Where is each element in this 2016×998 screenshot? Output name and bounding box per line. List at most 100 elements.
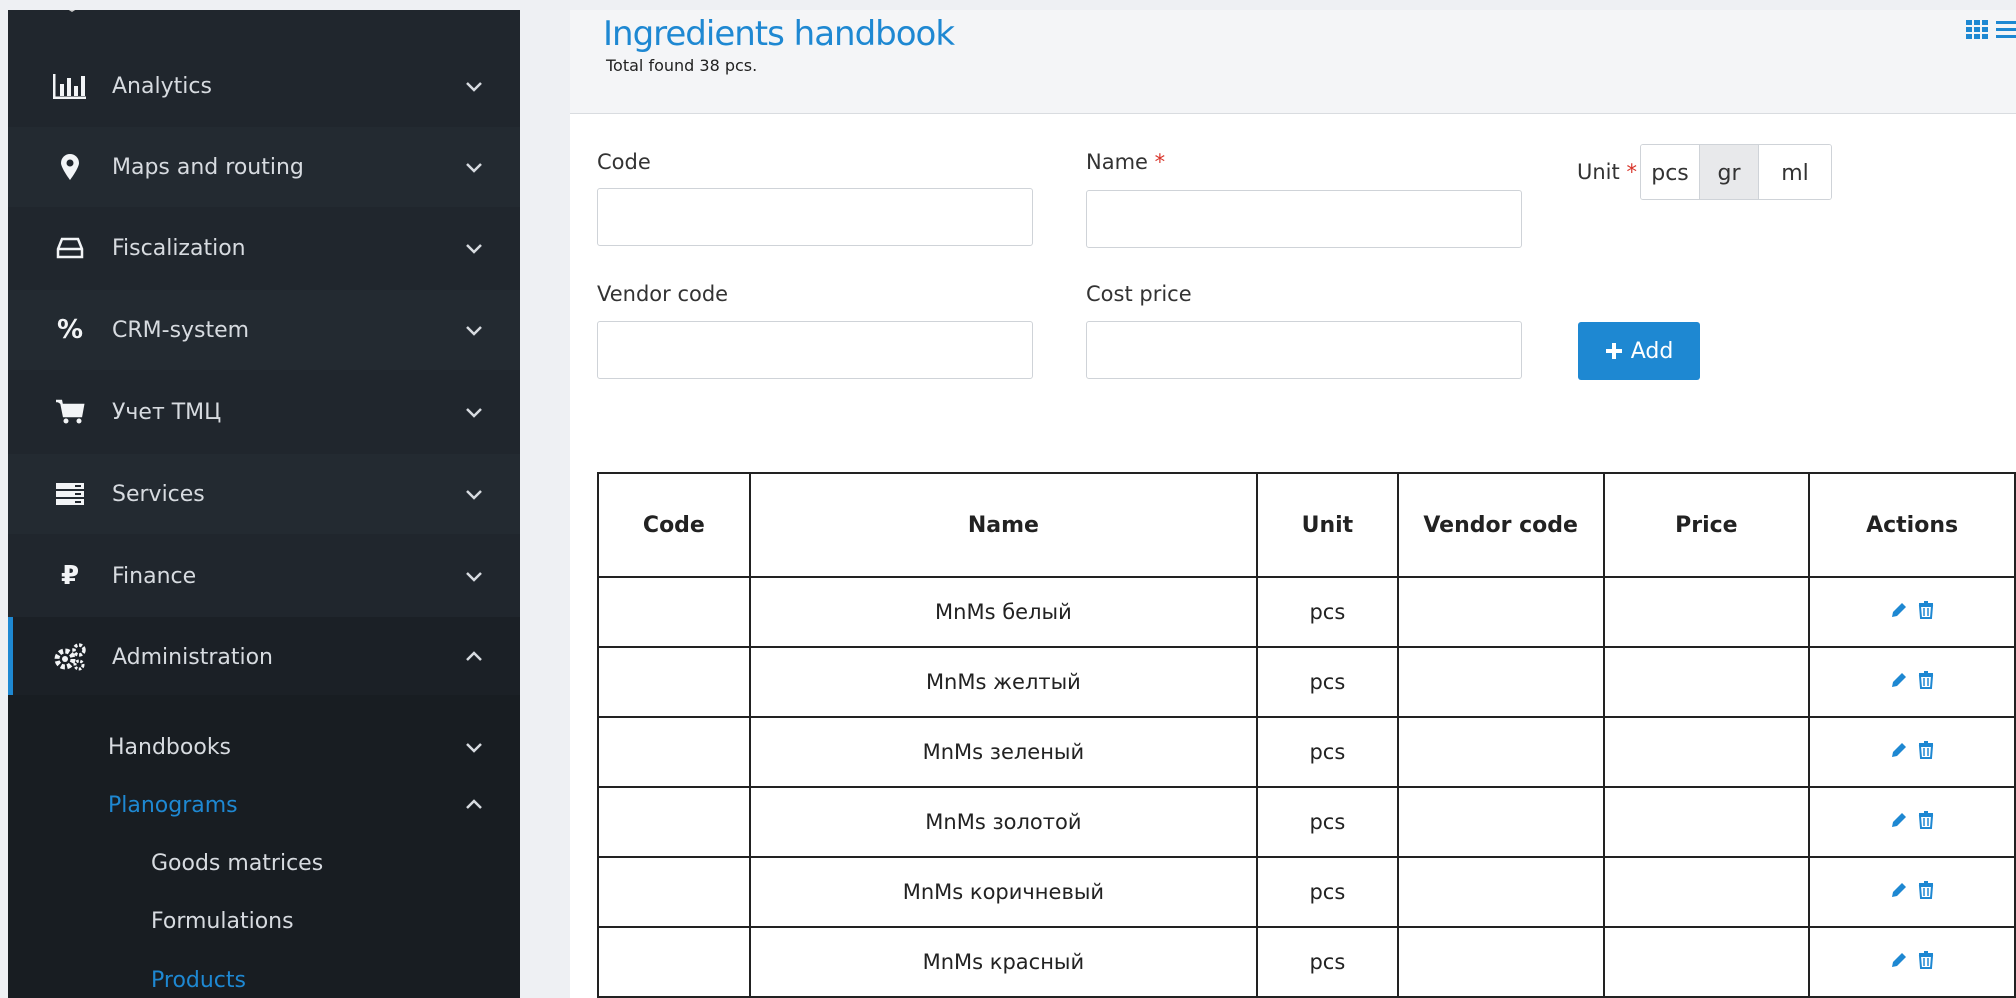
sidebar-item-label: Administration xyxy=(112,644,273,670)
column-header-name[interactable]: Name xyxy=(748,472,1258,578)
chevron-down-icon xyxy=(466,82,482,92)
main-content: Ingredients handbook Total found 38 pcs.… xyxy=(570,10,2016,998)
table-row: MnMs красный pcs xyxy=(597,926,2016,998)
code-input[interactable] xyxy=(597,188,1033,246)
add-button-label: Add xyxy=(1630,338,1674,364)
vendor-code-input[interactable] xyxy=(597,321,1033,379)
sidebar-item-goods-matrices[interactable]: Goods matrices xyxy=(8,848,520,878)
table-row: MnMs коричневый pcs xyxy=(597,856,2016,928)
sidebar-item-products[interactable]: Products xyxy=(8,965,520,995)
delete-icon[interactable] xyxy=(1918,951,1934,969)
sidebar-item-services[interactable]: Services xyxy=(8,454,520,534)
cell-vendor-code xyxy=(1396,646,1605,718)
app-window: Analytics Maps and routing Fiscalization… xyxy=(0,0,2016,998)
sidebar-item-analytics[interactable]: Analytics xyxy=(8,46,520,126)
ruble-icon: ₽ xyxy=(60,561,80,591)
name-label-text: Name xyxy=(1086,150,1148,174)
bar-chart-icon xyxy=(52,68,88,104)
name-input[interactable] xyxy=(1086,190,1522,248)
required-mark: * xyxy=(1626,160,1637,184)
cell-name: MnMs зеленый xyxy=(748,716,1258,788)
plus-icon xyxy=(1605,343,1622,359)
sidebar-item-crm[interactable]: % CRM-system xyxy=(8,290,520,370)
cell-price xyxy=(1602,576,1811,648)
cell-code xyxy=(597,646,751,718)
cell-vendor-code xyxy=(1396,716,1605,788)
edit-icon[interactable] xyxy=(1890,741,1908,759)
cell-unit: pcs xyxy=(1255,646,1399,718)
sidebar-subitem-label: Formulations xyxy=(151,908,294,934)
sidebar-item-label: Services xyxy=(112,481,205,507)
edit-icon[interactable] xyxy=(1890,951,1908,969)
column-header-actions: Actions xyxy=(1808,472,2016,578)
cell-unit: pcs xyxy=(1255,786,1399,858)
table-body: MnMs белый pcs MnMs желтый pcs MnMs зеленый p… xyxy=(597,576,2016,998)
cell-unit: pcs xyxy=(1255,926,1399,998)
edit-icon[interactable] xyxy=(1890,601,1908,619)
sidebar-item-partial[interactable] xyxy=(8,10,520,16)
cell-unit: pcs xyxy=(1255,716,1399,788)
column-header-price[interactable]: Price xyxy=(1602,472,1811,578)
table-row: MnMs золотой pcs xyxy=(597,786,2016,858)
sidebar-item-label: Finance xyxy=(112,563,197,589)
sidebar-item-label: Analytics xyxy=(112,73,212,99)
grid-view-icon[interactable] xyxy=(1966,20,1988,40)
cogs-icon xyxy=(52,639,88,675)
sidebar-item-formulations[interactable]: Formulations xyxy=(8,906,520,936)
delete-icon[interactable] xyxy=(1918,811,1934,829)
sidebar-item-fiscalization[interactable]: Fiscalization xyxy=(8,208,520,288)
cell-vendor-code xyxy=(1396,576,1605,648)
cell-code xyxy=(597,926,751,998)
chevron-down-icon xyxy=(466,490,482,500)
partial-icon xyxy=(68,10,76,12)
delete-icon[interactable] xyxy=(1918,881,1934,899)
sidebar-item-label: Учет ТМЦ xyxy=(112,399,222,425)
vendor-code-label: Vendor code xyxy=(597,282,729,306)
sidebar-item-finance[interactable]: ₽ Finance xyxy=(8,536,520,616)
cell-vendor-code xyxy=(1396,786,1605,858)
edit-icon[interactable] xyxy=(1890,881,1908,899)
edit-icon[interactable] xyxy=(1890,671,1908,689)
column-header-unit[interactable]: Unit xyxy=(1255,472,1399,578)
sidebar-item-handbooks[interactable]: Handbooks xyxy=(8,732,520,762)
unit-option-gr[interactable]: gr xyxy=(1700,145,1759,199)
cost-price-input[interactable] xyxy=(1086,321,1522,379)
table-row: MnMs белый pcs xyxy=(597,576,2016,648)
cart-icon xyxy=(52,394,88,430)
cost-price-label: Cost price xyxy=(1086,282,1192,306)
cell-name: MnMs белый xyxy=(748,576,1258,648)
unit-label: Unit * xyxy=(1577,160,1637,184)
cell-code xyxy=(597,856,751,928)
unit-option-pcs[interactable]: pcs xyxy=(1641,145,1700,199)
percent-icon: % xyxy=(56,315,84,345)
unit-option-ml[interactable]: ml xyxy=(1759,145,1831,199)
chevron-down-icon xyxy=(466,244,482,254)
cell-name: MnMs золотой xyxy=(748,786,1258,858)
sidebar-subitem-label: Products xyxy=(151,967,246,993)
name-label: Name * xyxy=(1086,150,1165,174)
cell-price xyxy=(1602,646,1811,718)
cell-unit: pcs xyxy=(1255,856,1399,928)
server-icon xyxy=(52,476,88,512)
cell-price xyxy=(1602,926,1811,998)
list-view-icon[interactable] xyxy=(1996,20,2016,40)
add-button[interactable]: Add xyxy=(1578,322,1700,380)
total-count: Total found 38 pcs. xyxy=(606,56,758,75)
code-label: Code xyxy=(597,150,651,174)
delete-icon[interactable] xyxy=(1918,741,1934,759)
sidebar-item-maps[interactable]: Maps and routing xyxy=(8,127,520,207)
chevron-up-icon xyxy=(466,651,482,661)
cell-actions xyxy=(1808,716,2016,788)
sidebar-item-administration[interactable]: Administration xyxy=(8,617,520,697)
chevron-up-icon xyxy=(466,799,482,809)
sidebar-subitem-label: Goods matrices xyxy=(151,850,324,876)
column-header-vendor-code[interactable]: Vendor code xyxy=(1396,472,1605,578)
sidebar-item-planograms[interactable]: Planograms xyxy=(8,790,520,820)
sidebar-item-inventory[interactable]: Учет ТМЦ xyxy=(8,372,520,452)
unit-label-text: Unit xyxy=(1577,160,1620,184)
edit-icon[interactable] xyxy=(1890,811,1908,829)
delete-icon[interactable] xyxy=(1918,671,1934,689)
page-header: Ingredients handbook Total found 38 pcs. xyxy=(570,10,2016,114)
delete-icon[interactable] xyxy=(1918,601,1934,619)
column-header-code[interactable]: Code xyxy=(597,472,751,578)
